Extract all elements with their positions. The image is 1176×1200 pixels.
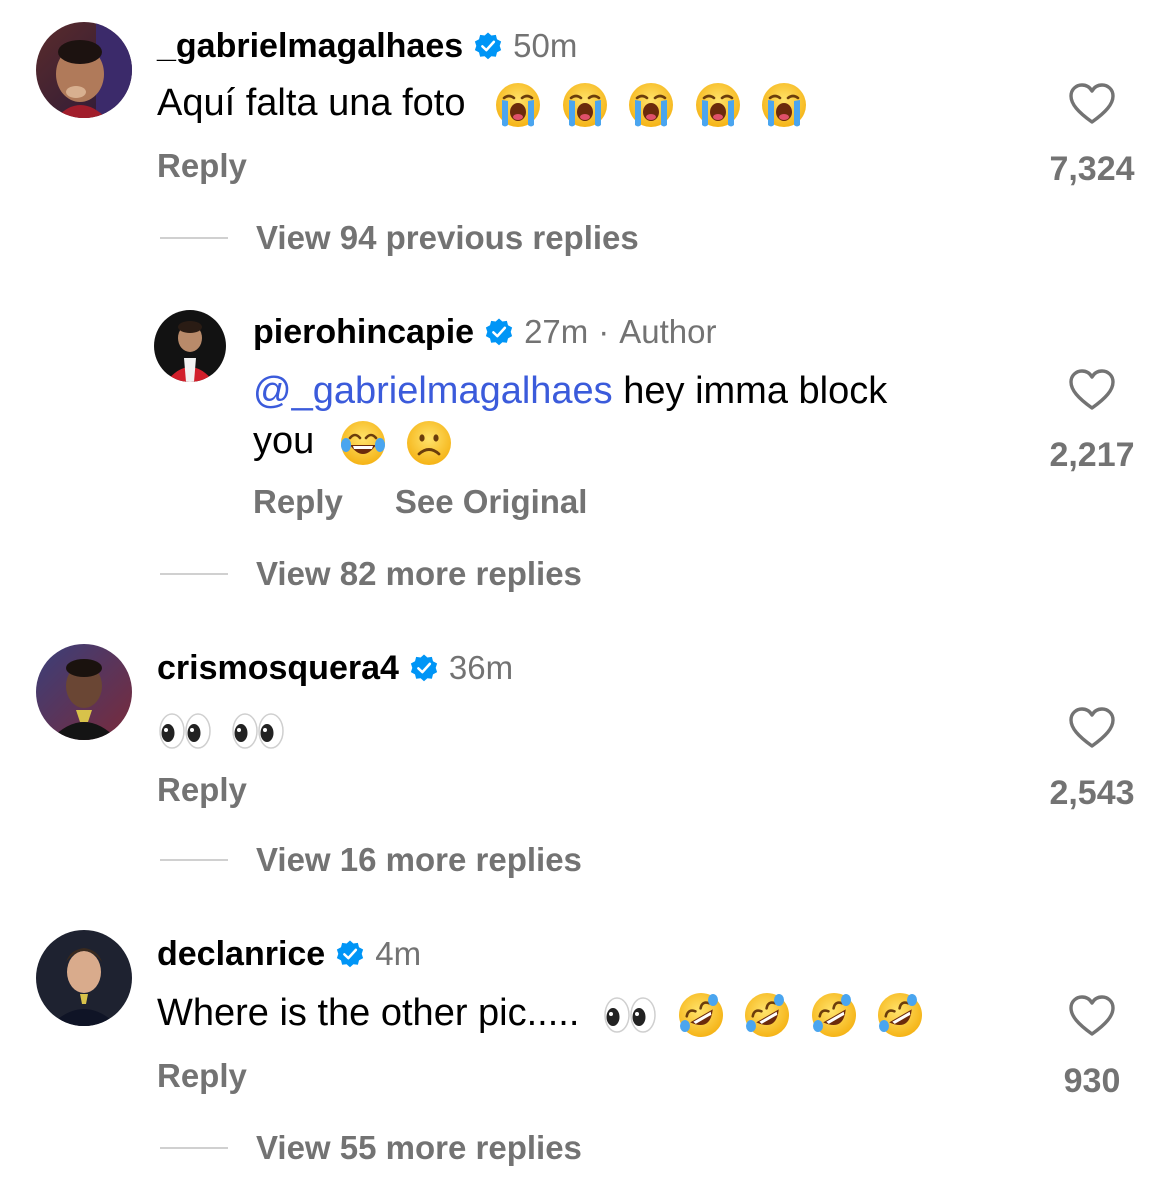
- avatar[interactable]: [36, 644, 132, 740]
- author-label: Author: [619, 313, 717, 350]
- verified-badge-icon: [484, 317, 514, 347]
- comment-meta: _gabrielmagalhaes 50m: [157, 26, 577, 66]
- frowning-face-icon: [405, 419, 453, 467]
- eyes-icon: [602, 995, 658, 1035]
- comment-actions: Reply See Original: [253, 482, 587, 522]
- comment-crismosquera4: crismosquera4 36m Reply 2,543 View 16 mo…: [0, 640, 1176, 890]
- rolling-on-the-floor-laughing-icon: [810, 991, 858, 1039]
- reply-button[interactable]: Reply: [157, 1057, 247, 1095]
- divider-line: [160, 573, 228, 575]
- see-original-button[interactable]: See Original: [395, 483, 588, 521]
- comment-actions: Reply: [157, 1056, 247, 1096]
- comment-body: @_gabrielmagalhaes hey imma block you: [253, 366, 993, 467]
- reply-pierohincapie: pierohincapie 27m · Author @_gabrielmaga…: [0, 290, 1176, 610]
- comment-body: Aquí falta una foto: [157, 78, 1017, 129]
- avatar[interactable]: [36, 930, 132, 1026]
- face-with-tears-of-joy-icon: [339, 419, 387, 467]
- heart-icon[interactable]: [1068, 706, 1116, 750]
- divider-line: [160, 1147, 228, 1149]
- divider-line: [160, 237, 228, 239]
- like-column: 930: [1032, 994, 1152, 1104]
- username[interactable]: declanrice: [157, 935, 325, 974]
- timestamp: 27m: [524, 313, 589, 350]
- heart-icon[interactable]: [1068, 994, 1116, 1038]
- reply-button[interactable]: Reply: [157, 771, 247, 809]
- comment-actions: Reply: [157, 770, 247, 810]
- reply-button[interactable]: Reply: [253, 483, 343, 521]
- comment-text-line2: you: [253, 420, 315, 462]
- heart-icon[interactable]: [1068, 82, 1116, 126]
- view-replies-label: View 55 more replies: [256, 1129, 582, 1166]
- reply-button[interactable]: Reply: [157, 147, 247, 185]
- comment-meta: declanrice 4m: [157, 934, 421, 974]
- rolling-on-the-floor-laughing-icon: [677, 991, 725, 1039]
- loudly-crying-face-icon: [627, 81, 675, 129]
- loudly-crying-face-icon: [494, 81, 542, 129]
- timestamp: 36m: [448, 649, 514, 686]
- comment-body: Where is the other pic.....: [157, 988, 1017, 1039]
- rolling-on-the-floor-laughing-icon: [743, 991, 791, 1039]
- comment-body: [157, 704, 557, 754]
- verified-badge-icon: [473, 31, 503, 61]
- timestamp: 50m: [513, 27, 578, 64]
- comment-text-line1: hey imma block: [623, 370, 888, 412]
- comment-meta: pierohincapie 27m · Author: [253, 312, 717, 352]
- comment-gabrielmagalhaes: _gabrielmagalhaes 50m Aquí falta una fot…: [0, 0, 1176, 280]
- like-count: 930: [1063, 1062, 1121, 1100]
- like-column: 2,217: [1032, 368, 1152, 478]
- divider-line: [160, 859, 228, 861]
- avatar[interactable]: [36, 22, 132, 118]
- view-replies-button[interactable]: View 55 more replies: [160, 1128, 582, 1168]
- like-count: 2,543: [1049, 774, 1135, 812]
- verified-badge-icon: [335, 939, 365, 969]
- eyes-icon: [157, 711, 213, 751]
- comment-declanrice: declanrice 4m Where is the other pic....…: [0, 926, 1176, 1186]
- like-column: 7,324: [1032, 82, 1152, 192]
- like-column: 2,543: [1032, 706, 1152, 816]
- view-replies-label: View 94 previous replies: [256, 219, 639, 256]
- comment-text: Aquí falta una foto: [157, 82, 466, 124]
- username[interactable]: _gabrielmagalhaes: [157, 27, 463, 66]
- view-replies-label: View 82 more replies: [256, 555, 582, 592]
- view-replies-button[interactable]: View 82 more replies: [160, 554, 582, 594]
- timestamp: 4m: [375, 935, 422, 972]
- view-replies-label: View 16 more replies: [256, 841, 582, 878]
- username[interactable]: crismosquera4: [157, 649, 399, 688]
- loudly-crying-face-icon: [760, 81, 808, 129]
- like-count: 7,324: [1049, 150, 1135, 188]
- loudly-crying-face-icon: [694, 81, 742, 129]
- mention-link[interactable]: @_gabrielmagalhaes: [253, 370, 613, 412]
- comment-text: Where is the other pic.....: [157, 992, 580, 1034]
- comment-meta: crismosquera4 36m: [157, 648, 513, 688]
- rolling-on-the-floor-laughing-icon: [876, 991, 924, 1039]
- view-replies-button[interactable]: View 94 previous replies: [160, 218, 639, 258]
- like-count: 2,217: [1049, 436, 1135, 474]
- eyes-icon: [230, 711, 286, 751]
- username[interactable]: pierohincapie: [253, 313, 474, 352]
- heart-icon[interactable]: [1068, 368, 1116, 412]
- separator: ·: [598, 313, 610, 350]
- avatar[interactable]: [154, 310, 226, 382]
- verified-badge-icon: [409, 653, 439, 683]
- comment-actions: Reply: [157, 146, 247, 186]
- view-replies-button[interactable]: View 16 more replies: [160, 840, 582, 880]
- loudly-crying-face-icon: [561, 81, 609, 129]
